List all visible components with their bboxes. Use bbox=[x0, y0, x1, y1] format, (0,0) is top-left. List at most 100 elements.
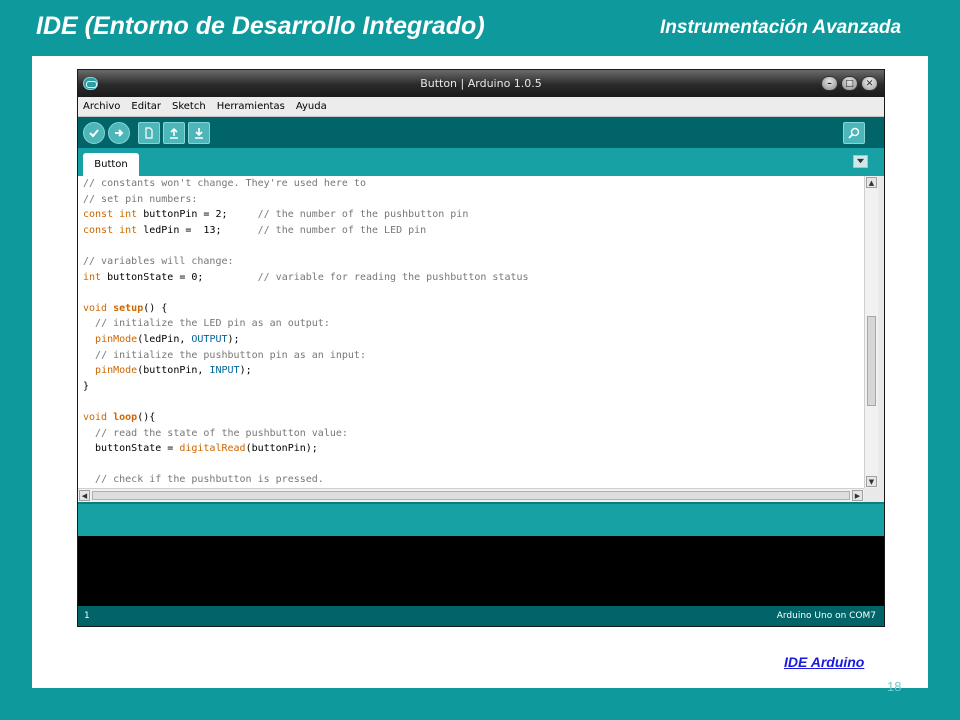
code-token-cmt: // read the state of the pushbutton valu… bbox=[95, 427, 348, 439]
code-token-call: pinMode bbox=[95, 333, 138, 345]
toolbar bbox=[78, 117, 884, 148]
code-token-type: int bbox=[83, 271, 102, 283]
code-token: buttonState = bbox=[83, 443, 180, 455]
vertical-scroll-thumb[interactable] bbox=[867, 316, 876, 406]
code-token: () { bbox=[143, 302, 168, 314]
code-line: // read the state of the pushbutton valu… bbox=[78, 428, 864, 444]
upload-button[interactable] bbox=[108, 122, 130, 144]
menu-sketch[interactable]: Sketch bbox=[172, 101, 206, 112]
code-line: // initialize the pushbutton pin as an i… bbox=[78, 350, 864, 366]
chevron-down-icon bbox=[857, 158, 864, 164]
code-token-cmt: // constants won't change. They're used … bbox=[83, 178, 366, 189]
scroll-right-button[interactable]: ▶ bbox=[852, 490, 863, 501]
code-token-type: void bbox=[83, 302, 108, 314]
code-token: (buttonPin, bbox=[137, 365, 210, 377]
open-button[interactable] bbox=[163, 122, 185, 144]
slide-title: IDE (Entorno de Desarrollo Integrado) bbox=[36, 12, 485, 40]
tab-menu-button[interactable] bbox=[853, 155, 868, 168]
save-icon bbox=[195, 128, 203, 139]
new-icon bbox=[145, 127, 153, 139]
code-token: (ledPin, bbox=[137, 333, 192, 345]
code-token-cmt: // the number of the pushbutton pin bbox=[257, 209, 469, 221]
serial-monitor-button[interactable] bbox=[843, 122, 865, 144]
code-line: void loop(){ bbox=[78, 412, 864, 428]
code-token-cmt: // set pin numbers: bbox=[83, 193, 198, 205]
window-titlebar[interactable]: Button | Arduino 1.0.5 – □ ✕ bbox=[78, 70, 884, 97]
serial-monitor-icon bbox=[848, 127, 860, 139]
window-controls: – □ ✕ bbox=[821, 76, 878, 91]
code-token: buttonPin = 2; bbox=[137, 209, 258, 221]
code-token-type: void bbox=[83, 411, 108, 423]
code-token-type: const bbox=[83, 224, 114, 236]
code-line: } bbox=[78, 381, 864, 397]
message-area bbox=[78, 502, 884, 536]
line-number: 1 bbox=[84, 611, 90, 621]
new-button[interactable] bbox=[138, 122, 160, 144]
code-line: // constants won't change. They're used … bbox=[78, 178, 864, 194]
code-token: ); bbox=[227, 333, 240, 345]
console-output bbox=[78, 536, 884, 606]
code-line: // set pin numbers: bbox=[78, 194, 864, 210]
code-token: } bbox=[83, 380, 90, 392]
horizontal-scroll-thumb[interactable] bbox=[92, 491, 850, 500]
code-token: (){ bbox=[137, 411, 156, 423]
ide-arduino-link[interactable]: IDE Arduino bbox=[784, 654, 864, 670]
code-token-cmt: // variables will change: bbox=[83, 255, 234, 267]
tab-button-sketch[interactable]: Button bbox=[83, 153, 139, 176]
code-token-fn: setup bbox=[113, 302, 144, 314]
code-token: buttonState = 0; bbox=[101, 271, 258, 283]
slide-subtitle: Instrumentación Avanzada bbox=[660, 17, 902, 38]
code-line: pinMode(ledPin, OUTPUT); bbox=[78, 334, 864, 350]
menu-editar[interactable]: Editar bbox=[131, 101, 161, 112]
code-line: void setup() { bbox=[78, 303, 864, 319]
code-token: ); bbox=[239, 365, 252, 377]
close-button[interactable]: ✕ bbox=[861, 76, 878, 91]
code-token: (buttonPin); bbox=[245, 443, 318, 455]
scroll-down-button[interactable]: ▼ bbox=[866, 476, 877, 487]
code-token-type: int bbox=[119, 209, 138, 221]
minimize-button[interactable]: – bbox=[821, 76, 838, 91]
save-button[interactable] bbox=[188, 122, 210, 144]
menu-herramientas[interactable]: Herramientas bbox=[217, 101, 285, 112]
vertical-scrollbar[interactable]: ▲ ▼ bbox=[864, 176, 878, 488]
status-bar: 1 Arduino Uno on COM7 bbox=[78, 606, 884, 626]
horizontal-scrollbar[interactable]: ◀ ▶ bbox=[78, 488, 864, 502]
scroll-left-button[interactable]: ◀ bbox=[79, 490, 90, 501]
menu-bar: Archivo Editar Sketch Herramientas Ayuda bbox=[78, 97, 884, 117]
code-token-cmt: // initialize the LED pin as an output: bbox=[95, 318, 330, 330]
board-port-label: Arduino Uno on COM7 bbox=[776, 611, 876, 621]
verify-icon bbox=[89, 129, 99, 138]
code-line: const int buttonPin = 2; // the number o… bbox=[78, 209, 864, 225]
code-line: pinMode(buttonPin, INPUT); bbox=[78, 365, 864, 381]
code-line: const int ledPin = 13; // the number of … bbox=[78, 225, 864, 241]
maximize-button[interactable]: □ bbox=[841, 76, 858, 91]
slide-page-number: 18 bbox=[887, 679, 902, 694]
code-token-call: digitalRead bbox=[179, 443, 246, 455]
code-token-cmt: // initialize the pushbutton pin as an i… bbox=[95, 349, 366, 361]
open-icon bbox=[170, 127, 178, 139]
code-token: ledPin = 13; bbox=[137, 224, 258, 236]
arduino-ide-window: Button | Arduino 1.0.5 – □ ✕ Archivo Edi… bbox=[77, 69, 885, 627]
scroll-up-button[interactable]: ▲ bbox=[866, 177, 877, 188]
code-token-type: int bbox=[119, 224, 138, 236]
code-editor[interactable]: // constants won't change. They're used … bbox=[78, 176, 864, 488]
scrollbar-corner bbox=[864, 488, 884, 502]
verify-button[interactable] bbox=[83, 122, 105, 144]
code-line: // check if the pushbutton is pressed. bbox=[78, 474, 864, 488]
code-token-call: pinMode bbox=[95, 365, 138, 377]
code-token-const: OUTPUT bbox=[191, 333, 228, 345]
menu-ayuda[interactable]: Ayuda bbox=[296, 101, 327, 112]
window-title: Button | Arduino 1.0.5 bbox=[420, 77, 542, 90]
code-line: int buttonState = 0; // variable for rea… bbox=[78, 272, 864, 288]
code-token-cmt: // the number of the LED pin bbox=[257, 224, 427, 236]
code-line: buttonState = digitalRead(buttonPin); bbox=[78, 443, 864, 459]
menu-archivo[interactable]: Archivo bbox=[83, 101, 120, 112]
